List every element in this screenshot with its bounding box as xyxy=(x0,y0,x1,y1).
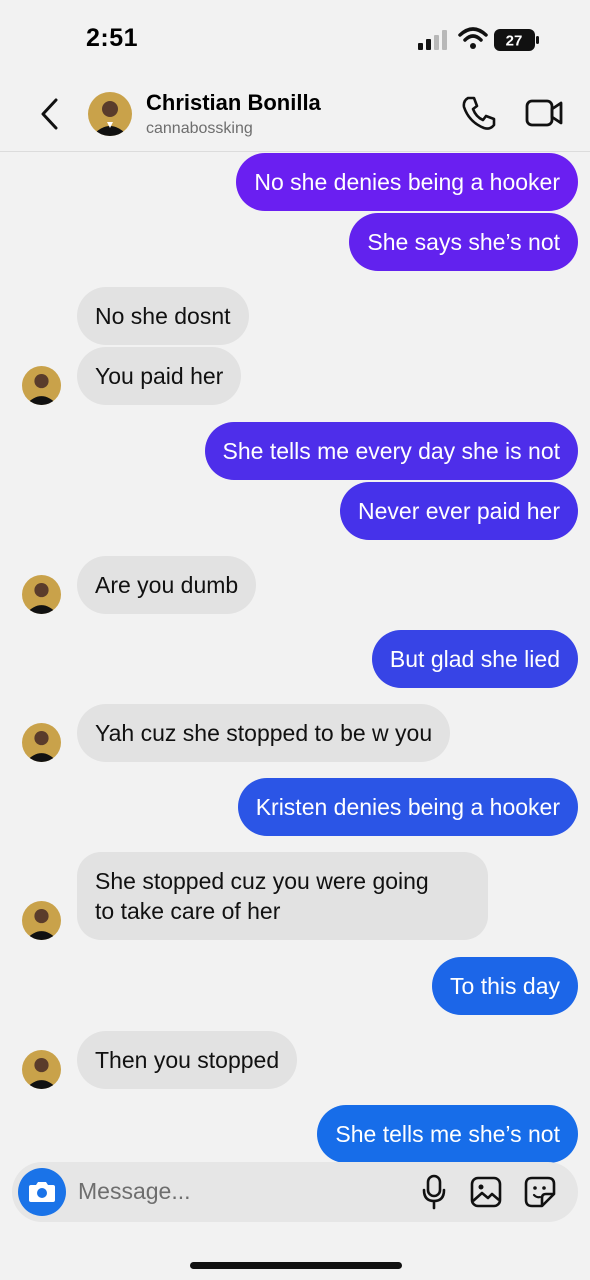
microphone-icon[interactable] xyxy=(420,1174,448,1210)
camera-button[interactable] xyxy=(18,1168,66,1216)
incoming-message[interactable]: She stopped cuz you were going to take c… xyxy=(77,852,488,940)
status-bar: 2:51 27 xyxy=(0,0,590,80)
outgoing-message[interactable]: She tells me every day she is not xyxy=(204,422,578,480)
message-composer: Message... xyxy=(12,1162,578,1222)
wifi-icon xyxy=(458,27,488,49)
incoming-message[interactable]: Then you stopped xyxy=(77,1031,298,1089)
camera-icon xyxy=(29,1182,55,1202)
cellular-signal-icon xyxy=(418,30,447,50)
video-camera-icon[interactable] xyxy=(524,96,564,130)
contact-avatar-small xyxy=(22,723,61,762)
incoming-message[interactable]: Yah cuz she stopped to be w you xyxy=(77,704,451,762)
outgoing-message[interactable]: She says she’s not xyxy=(349,213,578,271)
home-indicator[interactable] xyxy=(190,1262,402,1269)
contact-avatar-small xyxy=(22,366,61,405)
status-time: 2:51 xyxy=(86,24,139,52)
outgoing-message[interactable]: Kristen denies being a hooker xyxy=(237,778,578,836)
contact-avatar-small xyxy=(22,1050,61,1089)
incoming-message[interactable]: You paid her xyxy=(77,347,242,405)
outgoing-message[interactable]: She tells me she’s not xyxy=(317,1105,578,1163)
outgoing-message[interactable]: But glad she lied xyxy=(371,630,578,688)
back-chevron-icon[interactable] xyxy=(36,94,66,134)
incoming-message[interactable]: No she dosnt xyxy=(77,287,249,345)
contact-avatar[interactable] xyxy=(88,92,132,136)
outgoing-message[interactable]: Never ever paid her xyxy=(340,482,578,540)
outgoing-message[interactable]: To this day xyxy=(432,957,578,1015)
contact-avatar-small xyxy=(22,575,61,614)
message-input[interactable]: Message... xyxy=(78,1178,191,1205)
battery-level: 27 xyxy=(506,33,523,50)
contact-handle: cannabossking xyxy=(146,120,253,137)
gallery-icon[interactable] xyxy=(470,1176,502,1208)
sticker-icon[interactable] xyxy=(524,1176,556,1208)
contact-avatar-small xyxy=(22,901,61,940)
incoming-message[interactable]: Are you dumb xyxy=(77,556,257,614)
battery-icon: 27 xyxy=(494,29,539,51)
phone-icon[interactable] xyxy=(460,94,498,132)
contact-name[interactable]: Christian Bonilla xyxy=(146,90,321,116)
outgoing-message[interactable]: No she denies being a hooker xyxy=(236,153,578,211)
chat-header: Christian Bonilla cannabossking xyxy=(0,80,590,152)
